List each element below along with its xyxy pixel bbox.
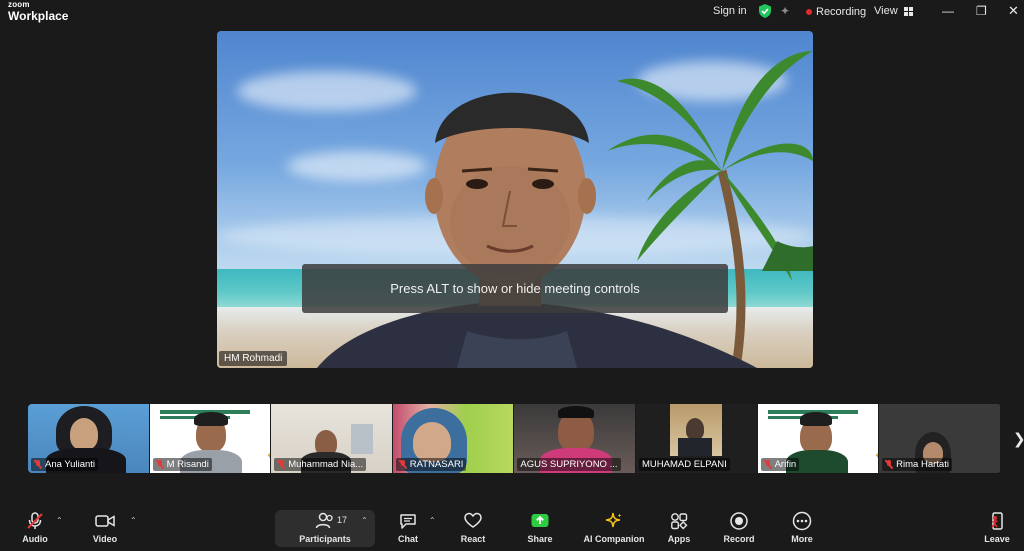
scene-illustration xyxy=(317,51,813,368)
leave-button[interactable]: Leave xyxy=(967,511,1024,544)
sparkle-icon[interactable]: ✦ xyxy=(780,4,790,18)
alt-hint-toast: Press ALT to show or hide meeting contro… xyxy=(302,264,728,313)
view-label: View xyxy=(874,5,898,17)
ai-companion-button[interactable]: AI Companion xyxy=(578,511,650,544)
mic-muted-icon xyxy=(34,460,42,469)
participant-tile[interactable]: Rima Hartati xyxy=(879,404,1001,473)
brand-bottom: Workplace xyxy=(8,9,69,23)
leave-label: Leave xyxy=(984,534,1010,544)
brand-top: zoom xyxy=(8,0,30,9)
chat-icon xyxy=(400,514,416,529)
participant-tile[interactable]: M Risandi xyxy=(149,404,272,473)
heart-icon xyxy=(464,512,482,528)
audio-label: Audio xyxy=(22,534,48,544)
participant-name: Rima Hartati xyxy=(896,459,949,470)
mic-muted-icon xyxy=(885,460,893,469)
record-dot-icon xyxy=(806,9,812,15)
mic-muted-icon xyxy=(277,460,285,469)
shield-icon[interactable] xyxy=(757,3,773,19)
participant-tile[interactable]: MUHAMAD ELPANI xyxy=(635,404,758,473)
participants-options-caret-icon[interactable]: ⌃ xyxy=(361,516,368,525)
more-label: More xyxy=(791,534,813,544)
mic-muted-icon xyxy=(27,512,43,529)
recording-indicator[interactable]: Recording xyxy=(806,6,866,18)
video-button[interactable]: Video xyxy=(75,511,135,544)
grid-icon xyxy=(903,6,913,16)
mic-muted-icon xyxy=(156,460,164,469)
ai-sparkle-icon xyxy=(605,512,622,528)
mic-muted-icon xyxy=(399,460,407,469)
chat-options-caret-icon[interactable]: ⌃ xyxy=(429,516,436,525)
share-screen-icon xyxy=(531,514,549,527)
participants-icon xyxy=(315,512,333,529)
sign-in-link[interactable]: Sign in xyxy=(713,5,747,17)
participants-label: Participants xyxy=(299,534,351,544)
video-label: Video xyxy=(92,534,118,544)
maximize-icon[interactable]: ❐ xyxy=(976,4,987,18)
recording-label: Recording xyxy=(816,6,867,18)
participant-tile[interactable]: Muhammad Nia... xyxy=(271,404,393,473)
record-label: Record xyxy=(723,534,755,544)
speaker-name-tag: HM Rohmadi xyxy=(219,351,288,366)
participant-name: RATNASARI xyxy=(409,459,464,470)
participant-name: Ana Yulianti xyxy=(45,459,96,470)
view-button[interactable]: View xyxy=(874,5,913,17)
apps-button[interactable]: Apps xyxy=(649,511,709,544)
participant-tile[interactable]: Arifin xyxy=(757,404,880,473)
share-label: Share xyxy=(527,534,553,544)
participant-tile[interactable]: Ana Yulianti xyxy=(28,404,150,473)
participant-name: AGUS SUPRIYONO ... xyxy=(520,459,618,470)
apps-icon xyxy=(671,513,688,530)
close-icon[interactable]: ✕ xyxy=(1008,3,1019,19)
video-camera-icon xyxy=(95,515,115,527)
zoom-logo: zoom Workplace xyxy=(8,0,69,23)
minimize-icon[interactable]: — xyxy=(942,4,954,18)
record-button[interactable]: Record xyxy=(709,511,769,544)
participant-tile[interactable]: AGUS SUPRIYONO ... xyxy=(514,404,636,473)
chat-label: Chat xyxy=(398,534,418,544)
mic-muted-icon xyxy=(764,460,772,469)
participants-count: 17 xyxy=(337,515,348,525)
alt-hint-text: Press ALT to show or hide meeting contro… xyxy=(390,281,640,296)
record-icon xyxy=(730,512,748,530)
participant-name: Arifin xyxy=(774,459,797,470)
title-bar: zoom Workplace Sign in ✦ Recording View … xyxy=(0,0,1024,26)
leave-icon xyxy=(991,512,1003,530)
more-button[interactable]: More xyxy=(772,511,832,544)
apps-label: Apps xyxy=(667,534,691,544)
chevron-right-icon[interactable]: ❯ xyxy=(1013,430,1024,448)
participant-tile[interactable]: RATNASARI xyxy=(392,404,515,473)
participant-name: M Risandi xyxy=(166,459,209,470)
participant-name: Muhammad Nia... xyxy=(288,459,364,470)
video-options-caret-icon[interactable]: ⌃ xyxy=(130,516,137,525)
participant-filmstrip: Ana Yulianti M Risandi Muhammad Nia... R… xyxy=(28,404,1001,473)
active-speaker-video[interactable] xyxy=(217,31,813,368)
more-icon xyxy=(792,511,812,531)
participant-name: MUHAMAD ELPANI xyxy=(641,459,727,470)
react-label: React xyxy=(460,534,486,544)
share-button[interactable]: Share xyxy=(510,511,570,544)
audio-options-caret-icon[interactable]: ⌃ xyxy=(56,516,63,525)
ai-companion-label: AI Companion xyxy=(583,534,645,544)
react-button[interactable]: React xyxy=(443,511,503,544)
